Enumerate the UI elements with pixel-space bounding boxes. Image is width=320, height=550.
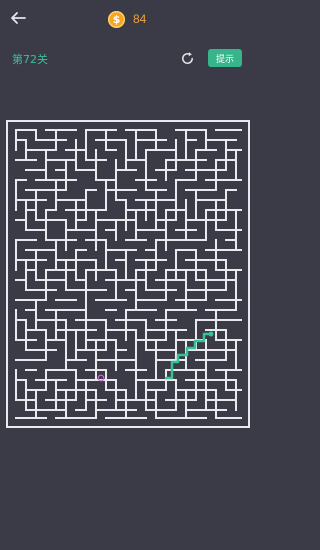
coin-balance: $ 84 (108, 9, 146, 29)
coin-icon: $ (108, 10, 125, 28)
maze-board[interactable] (6, 120, 250, 430)
hint-button[interactable]: 提示 (208, 49, 242, 67)
top-bar: $ 84 (0, 0, 254, 38)
level-title: 第72关 (12, 53, 48, 66)
maze-walls (6, 120, 250, 428)
back-arrow-icon[interactable] (8, 8, 28, 28)
path-head-marker (208, 331, 214, 337)
restart-icon[interactable] (179, 50, 196, 67)
coin-count: 84 (133, 12, 147, 26)
